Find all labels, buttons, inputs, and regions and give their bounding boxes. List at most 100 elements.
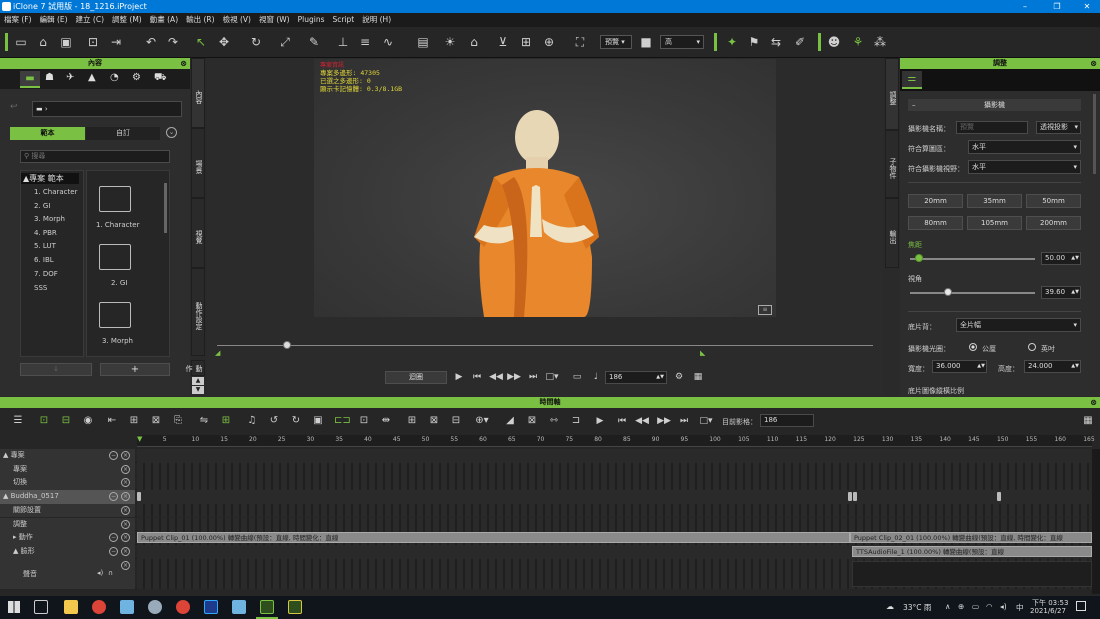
export-clip-icon[interactable]: ⊐ xyxy=(568,413,584,429)
battery-icon[interactable]: ▭ xyxy=(972,602,979,611)
tree-item[interactable]: 3. Morph xyxy=(34,215,65,223)
distribute-icon[interactable]: ≡ xyxy=(357,34,373,50)
prev-key-icon[interactable]: ⇤ xyxy=(104,413,120,429)
first-frame-icon[interactable]: ⏮ xyxy=(469,371,485,384)
track-name[interactable]: 專案 xyxy=(0,462,135,477)
save-icon[interactable]: ▣ xyxy=(58,34,74,50)
settings-icon[interactable]: ⚙ xyxy=(671,371,687,384)
track-close-icon[interactable]: × xyxy=(121,546,130,556)
zoom-icon[interactable]: ⊕▾ xyxy=(474,413,490,429)
previous-frame-icon[interactable]: ◀◀ xyxy=(634,413,650,429)
track-lane[interactable] xyxy=(137,517,1092,532)
close-icon[interactable]: ⊗ xyxy=(180,58,187,69)
chrome-icon-2[interactable] xyxy=(176,600,190,614)
menu-plugins[interactable]: Plugins xyxy=(294,13,329,27)
wifi-icon[interactable]: ◠ xyxy=(986,602,993,611)
track-name[interactable]: 調整 xyxy=(0,517,135,532)
comment-icon[interactable]: ≡ xyxy=(758,305,772,315)
lens-105mm-button[interactable]: 105mm xyxy=(967,216,1022,230)
subtitle-icon[interactable]: ▭ xyxy=(569,371,585,384)
fov-knob[interactable] xyxy=(943,288,952,296)
group-icon[interactable]: ⁂ xyxy=(872,34,888,50)
range-start-marker[interactable]: ◢ xyxy=(215,349,220,357)
last-frame-icon[interactable]: ⏭ xyxy=(525,371,541,384)
lens-35mm-button[interactable]: 35mm xyxy=(967,194,1022,208)
keyframe-marker[interactable] xyxy=(848,492,852,502)
reverse-icon[interactable]: ↻ xyxy=(288,413,304,429)
wave-icon[interactable]: ∿ xyxy=(380,34,396,50)
mirror-icon[interactable]: ⇋ xyxy=(196,413,212,429)
tab-custom[interactable]: 自訂 xyxy=(86,127,160,140)
range-icon[interactable]: ⊏⊐ xyxy=(334,413,351,429)
lens-200mm-button[interactable]: 200mm xyxy=(1026,216,1081,230)
lens-50mm-button[interactable]: 50mm xyxy=(1026,194,1081,208)
motion-tab-icon[interactable]: ✈ xyxy=(66,72,80,83)
clock-date[interactable]: 2021/6/27 xyxy=(1030,607,1066,615)
weather-text[interactable]: 33°C 雨 xyxy=(903,602,931,613)
add-key-icon[interactable]: ⊞ xyxy=(126,413,142,429)
frame-input[interactable]: 186 ▲▼ xyxy=(605,371,667,384)
home-icon[interactable]: ⌂ xyxy=(466,34,482,50)
focus-icon[interactable]: ⊕ xyxy=(541,34,557,50)
headphone-icon[interactable]: ∩ xyxy=(108,569,113,577)
minimize-button[interactable]: – xyxy=(1010,0,1040,13)
scroll-down-icon[interactable]: ▼ xyxy=(192,386,204,394)
import-icon[interactable]: ⊡ xyxy=(85,34,101,50)
width-input[interactable]: 36.000 ▲▼ xyxy=(932,360,987,373)
previous-frame-icon[interactable]: ◀◀ xyxy=(488,371,504,384)
current-frame-input[interactable]: 186 xyxy=(760,414,814,427)
fov-input[interactable]: 39.60 ▲▼ xyxy=(1041,286,1081,299)
first-frame-icon[interactable]: ⏮ xyxy=(614,413,630,429)
track-lane[interactable] xyxy=(137,449,1092,463)
remove-icon[interactable]: ⊠ xyxy=(426,413,442,429)
track-lane[interactable] xyxy=(137,503,1092,518)
timeline-ruler[interactable]: 5 10 15 20 25 30 35 40 45 50 55 60 65 70 75 80 85 90 95 100… xyxy=(137,435,1095,447)
insert-icon[interactable]: ⊞ xyxy=(404,413,420,429)
preview-select[interactable]: 預覽 ▾ xyxy=(600,35,632,49)
timeline-scrollbar[interactable] xyxy=(1092,449,1100,594)
export-icon[interactable]: ⇥ xyxy=(108,34,124,50)
tab-visual[interactable]: 視覺 xyxy=(191,198,205,268)
scroll-up-icon[interactable]: ▲ xyxy=(192,377,204,385)
menu-modify[interactable]: 調整 (M) xyxy=(108,13,146,27)
quality-select[interactable]: 高 ▾ xyxy=(660,35,704,49)
menu-script[interactable]: Script xyxy=(328,13,358,27)
app-icon-1[interactable] xyxy=(120,600,134,614)
timeline-scrubber[interactable] xyxy=(217,345,873,346)
folder-icon[interactable] xyxy=(99,244,131,270)
motion-icon[interactable]: ⚘ xyxy=(850,34,866,50)
scrubber-knob[interactable] xyxy=(283,341,291,349)
range-end-marker[interactable]: ◣ xyxy=(700,349,705,357)
app-icon-3[interactable] xyxy=(232,600,246,614)
play-icon[interactable]: ▶ xyxy=(592,413,608,429)
redo-icon[interactable]: ↷ xyxy=(165,34,181,50)
notifications-icon[interactable] xyxy=(1076,601,1086,611)
flag-icon[interactable]: ⚑ xyxy=(746,34,762,50)
menu-help[interactable]: 說明 (H) xyxy=(358,13,395,27)
tab-content[interactable]: 內容 xyxy=(191,58,205,128)
split-icon[interactable]: ⊟ xyxy=(448,413,464,429)
chrome-icon[interactable] xyxy=(92,600,106,614)
keyframe-marker[interactable] xyxy=(853,492,857,502)
scrollbar[interactable] xyxy=(164,183,167,233)
lens-20mm-button[interactable]: 20mm xyxy=(908,194,963,208)
tree-item[interactable]: 4. PBR xyxy=(34,229,57,237)
zoom-frame-icon[interactable]: ⛶ xyxy=(572,34,588,50)
copy-icon[interactable]: ⎘ xyxy=(170,413,186,429)
character-icon[interactable]: ☻ xyxy=(826,34,842,50)
audio-waveform[interactable] xyxy=(852,560,1092,587)
height-input[interactable]: 24.000 ▲▼ xyxy=(1024,360,1081,373)
fov-slider[interactable] xyxy=(910,292,1035,294)
radio-mm[interactable] xyxy=(969,343,977,351)
folder-tab-icon[interactable]: ▬ xyxy=(20,71,40,88)
back-icon[interactable]: ↩ xyxy=(10,102,18,112)
projection-select[interactable]: 透視投影 ▾ xyxy=(1036,121,1081,134)
character-creator-icon[interactable] xyxy=(288,600,302,614)
tree-item[interactable]: SSS xyxy=(34,284,47,292)
fit-icon[interactable]: ⊡ xyxy=(356,413,372,429)
photoshop-icon[interactable] xyxy=(204,600,218,614)
network-icon[interactable]: ⊕ xyxy=(958,602,964,611)
lens-80mm-button[interactable]: 80mm xyxy=(908,216,963,230)
loop-clip-icon[interactable]: ↺ xyxy=(266,413,282,429)
tree-item[interactable]: 7. DOF xyxy=(34,270,58,278)
